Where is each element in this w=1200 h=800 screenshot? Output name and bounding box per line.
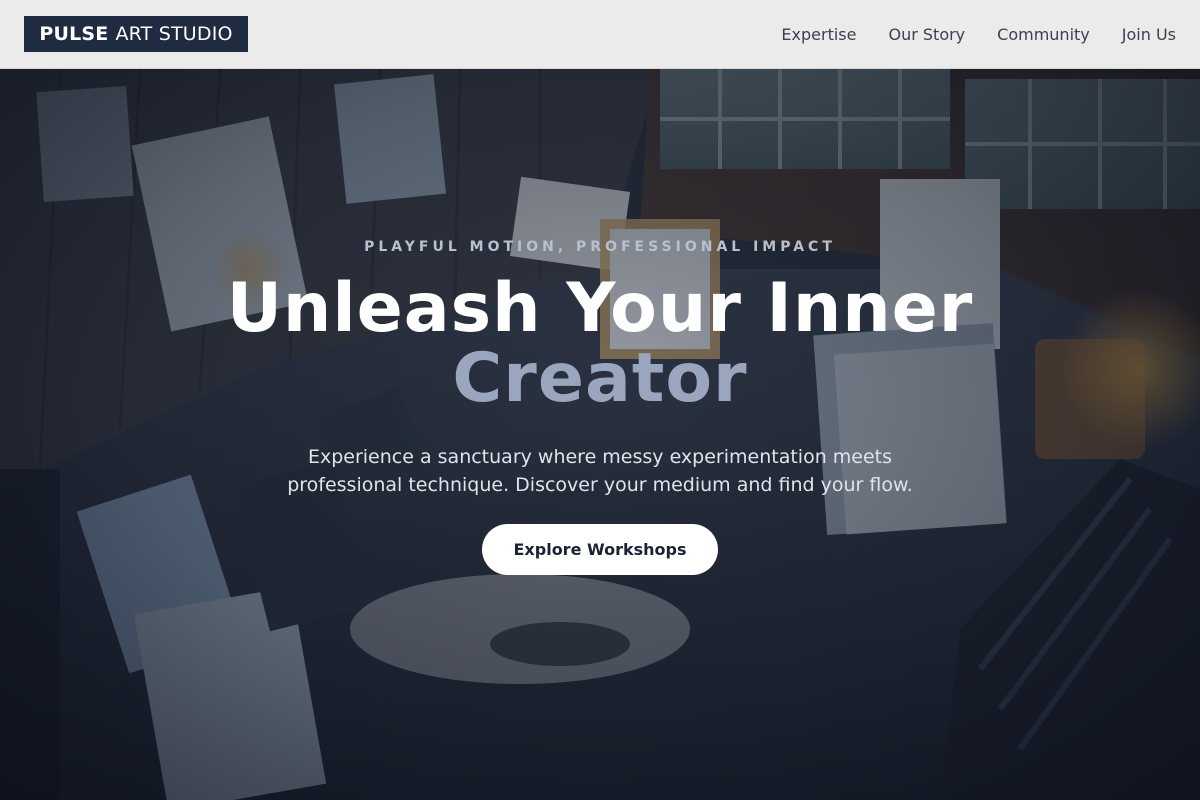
hero-eyebrow: PLAYFUL MOTION, PROFESSIONAL IMPACT — [364, 239, 836, 255]
brand-name-light: ART STUDIO — [115, 23, 233, 45]
brand-logo[interactable]: PULSE ART STUDIO — [24, 16, 248, 52]
hero-subtitle-line-1: Experience a sanctuary where messy exper… — [307, 446, 893, 468]
nav-link-our-story[interactable]: Our Story — [888, 25, 965, 44]
hero-dim-overlay — [0, 69, 1200, 800]
hero-headline: Unleash Your Inner — [226, 269, 974, 348]
main-nav: Expertise Our Story Community Join Us — [781, 25, 1176, 44]
hero-subtitle: Experience a sanctuary where messy exper… — [0, 443, 1200, 499]
hero-headline-accent: Creator — [452, 339, 748, 418]
nav-link-join-us[interactable]: Join Us — [1122, 25, 1176, 44]
explore-workshops-button[interactable]: Explore Workshops — [482, 524, 718, 575]
nav-link-expertise[interactable]: Expertise — [781, 25, 856, 44]
site-header: PULSE ART STUDIO Expertise Our Story Com… — [0, 0, 1200, 69]
hero-subtitle-line-2: professional technique. Discover your me… — [287, 474, 913, 496]
brand-name-bold: PULSE — [39, 23, 109, 45]
hero-section — [0, 69, 1200, 800]
nav-link-community[interactable]: Community — [997, 25, 1090, 44]
